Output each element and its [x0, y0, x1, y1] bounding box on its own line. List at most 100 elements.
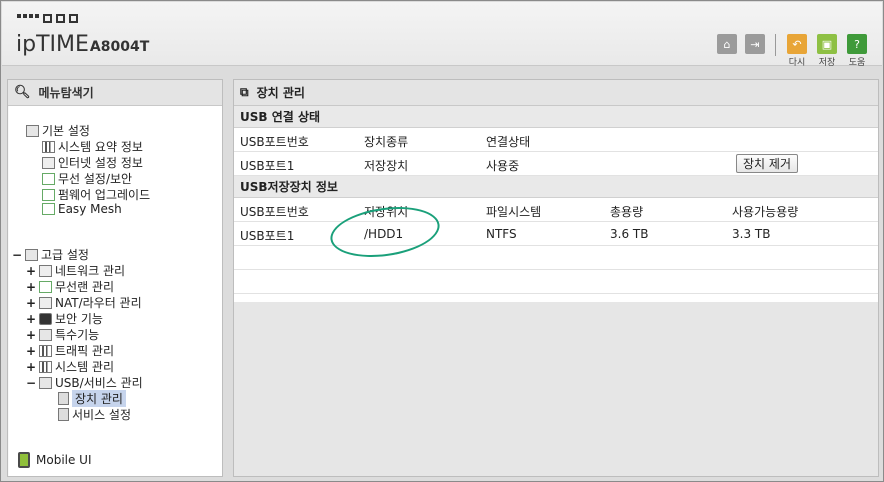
column-header: 파일시스템: [486, 205, 542, 219]
tree-basic-settings[interactable]: 기본 설정: [26, 122, 90, 139]
tree-label: 시스템 관리: [55, 360, 115, 374]
folder-icon: [26, 124, 39, 137]
filesystem-cell: NTFS: [486, 227, 517, 241]
collapse-icon[interactable]: −: [12, 248, 22, 262]
page-icon: [58, 392, 69, 405]
help-label: 도움: [848, 58, 866, 68]
section-title: USB저장장치 정보: [240, 180, 338, 194]
tree-label: 고급 설정: [41, 248, 89, 262]
header-toolbar: ⌂ ⇥ ↶ 다시 ▣ 저장 ? 도움: [717, 34, 868, 68]
tree-item-nat-router[interactable]: + NAT/라우터 관리: [26, 294, 142, 311]
tree-item-firmware-upgrade[interactable]: 펌웨어 업그레이드: [42, 186, 150, 203]
brand-logo: ipTIMEA8004T: [16, 32, 149, 57]
tree-item-special[interactable]: + 특수기능: [26, 326, 99, 343]
remove-device-button[interactable]: 장치 제거: [736, 154, 798, 173]
expand-icon[interactable]: +: [26, 280, 36, 294]
mobile-icon: [18, 452, 30, 468]
traffic-icon: [39, 344, 52, 357]
column-header: USB포트번호: [240, 135, 309, 149]
total-capacity-cell: 3.6 TB: [610, 227, 649, 241]
usb-icon: [39, 376, 52, 389]
expand-icon[interactable]: +: [26, 312, 36, 326]
tree-label: Easy Mesh: [58, 202, 122, 216]
undo-label: 다시: [788, 58, 806, 68]
section-title: USB 연결 상태: [240, 110, 321, 124]
tree-label: 기본 설정: [42, 124, 90, 138]
expand-icon[interactable]: +: [26, 264, 36, 278]
special-icon: [39, 328, 52, 341]
tree-label: 무선랜 관리: [55, 280, 115, 294]
available-capacity-cell: 3.3 TB: [732, 227, 771, 241]
status-cell: 사용중: [486, 159, 520, 173]
tree-label: 트래픽 관리: [55, 344, 115, 358]
column-header: USB포트번호: [240, 205, 309, 219]
section-usb-status: USB 연결 상태: [234, 106, 878, 128]
tree-item-service-settings[interactable]: 서비스 설정: [58, 406, 131, 423]
save-icon: ▣: [817, 34, 837, 54]
tree-item-system-summary[interactable]: 시스템 요약 정보: [42, 138, 143, 155]
column-header: 연결상태: [486, 135, 531, 149]
mesh-icon: [42, 203, 55, 215]
menu-explorer-header: 🔍︎ 메뉴탐색기: [8, 80, 222, 106]
model-name: A8004T: [89, 39, 150, 55]
tree-label: 인터넷 설정 정보: [58, 156, 143, 170]
brand-name: ipTIME: [16, 32, 89, 57]
tree-item-system[interactable]: + 시스템 관리: [26, 358, 114, 375]
content-panel: ⧉ 장치 관리 USB 연결 상태 USB포트번호 장치종류 연결상태 USB포…: [233, 79, 879, 477]
table-header-row: USB포트번호 장치종류 연결상태: [234, 128, 878, 152]
chart-icon: [42, 140, 55, 153]
empty-row: [234, 270, 878, 294]
page-icon: ⧉: [240, 85, 249, 99]
tree-item-internet-info[interactable]: 인터넷 설정 정보: [42, 154, 143, 171]
undo-button[interactable]: ↶ 다시: [786, 34, 808, 68]
tree-item-security[interactable]: + 보안 기능: [26, 310, 103, 327]
section-storage-info: USB저장장치 정보: [234, 176, 878, 198]
tree-label: NAT/라우터 관리: [55, 296, 142, 310]
lock-icon: [39, 312, 52, 325]
tree-label: USB/서비스 관리: [55, 376, 143, 390]
router-icon: [39, 296, 52, 309]
table-row: USB포트1 저장장치 사용중 장치 제거: [234, 152, 878, 176]
collapse-icon[interactable]: −: [26, 376, 36, 390]
expand-icon[interactable]: +: [26, 344, 36, 358]
tree-item-network[interactable]: + 네트워크 관리: [26, 262, 125, 279]
tree-item-wireless-lan[interactable]: + 무선랜 관리: [26, 278, 114, 295]
system-icon: [39, 360, 52, 373]
wifi-icon: [39, 280, 52, 293]
mobile-ui-link[interactable]: Mobile UI: [18, 452, 92, 468]
header: ipTIMEA8004T ⌂ ⇥ ↶ 다시 ▣ 저장 ? 도움: [2, 2, 882, 68]
network-icon: [39, 264, 52, 277]
search-icon: 🔍︎: [14, 85, 31, 100]
tree-item-wireless-security[interactable]: 무선 설정/보안: [42, 170, 132, 187]
menu-explorer: 🔍︎ 메뉴탐색기 기본 설정 시스템 요약 정보 인터넷 설정 정보 무선 설정…: [7, 79, 223, 477]
mobile-ui-label: Mobile UI: [36, 453, 92, 467]
type-cell: 저장장치: [364, 159, 409, 173]
tree-item-easy-mesh[interactable]: Easy Mesh: [42, 202, 122, 216]
tree-item-traffic[interactable]: + 트래픽 관리: [26, 342, 114, 359]
expand-icon[interactable]: +: [26, 360, 36, 374]
home-icon[interactable]: ⌂: [717, 34, 737, 54]
page-icon: [58, 408, 69, 421]
column-header: 총용량: [610, 205, 644, 219]
tree-label: 무선 설정/보안: [58, 172, 133, 186]
tree-item-usb-service[interactable]: − USB/서비스 관리: [26, 374, 143, 391]
logout-icon[interactable]: ⇥: [745, 34, 765, 54]
column-header: 사용가능용량: [732, 205, 799, 219]
tree-advanced-settings[interactable]: − 고급 설정: [12, 246, 89, 263]
menu-explorer-title: 메뉴탐색기: [38, 86, 94, 100]
column-header: 장치종류: [364, 135, 409, 149]
app-frame: ipTIMEA8004T ⌂ ⇥ ↶ 다시 ▣ 저장 ? 도움 🔍︎ 메뉴탐색기: [0, 0, 884, 482]
folder-icon: [25, 248, 38, 261]
wifi-icon: [42, 172, 55, 185]
tree-label: 특수기능: [55, 328, 100, 342]
empty-row: [234, 246, 878, 270]
tree-label: 네트워크 관리: [55, 264, 126, 278]
tree-item-device-management[interactable]: 장치 관리: [58, 390, 126, 407]
save-button[interactable]: ▣ 저장: [816, 34, 838, 68]
expand-icon[interactable]: +: [26, 328, 36, 342]
undo-icon: ↶: [787, 34, 807, 54]
help-button[interactable]: ? 도움: [846, 34, 868, 68]
page-title: 장치 관리: [256, 86, 305, 100]
expand-icon[interactable]: +: [26, 296, 36, 310]
brand-logo-mark: [17, 14, 78, 23]
